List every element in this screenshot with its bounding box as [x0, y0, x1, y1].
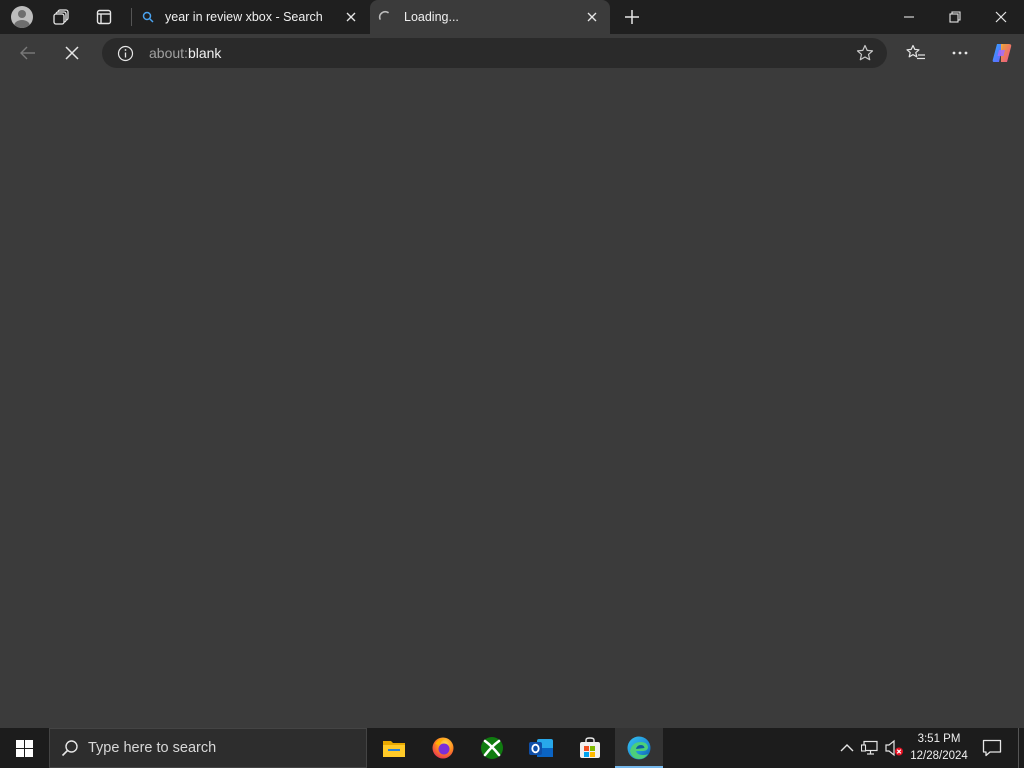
- favorite-star-button[interactable]: [855, 43, 875, 63]
- site-info-icon[interactable]: [116, 44, 134, 62]
- volume-muted-icon: [885, 739, 903, 757]
- workspaces-icon: [53, 9, 69, 25]
- taskbar-edge[interactable]: [615, 728, 663, 768]
- show-hidden-icons-button[interactable]: [837, 738, 857, 758]
- tab-title: Loading...: [404, 10, 459, 24]
- more-horizontal-icon: [952, 51, 968, 55]
- taskbar-outlook[interactable]: [517, 728, 565, 768]
- start-button[interactable]: [0, 728, 48, 768]
- close-icon: [346, 12, 356, 22]
- tab-separator: [131, 8, 132, 26]
- plus-icon: [625, 10, 639, 24]
- taskbar-file-explorer[interactable]: [370, 728, 418, 768]
- chevron-up-icon: [840, 744, 854, 752]
- back-arrow-icon: [20, 46, 35, 60]
- vertical-tabs-icon: [96, 9, 112, 25]
- clock-date: 12/28/2024: [910, 750, 968, 762]
- url-host: blank: [187, 45, 222, 61]
- windows-logo-icon: [15, 739, 33, 757]
- copilot-button[interactable]: [986, 37, 1018, 69]
- microsoft-store-icon: [580, 737, 600, 758]
- taskbar-search-box[interactable]: Type here to search: [49, 728, 367, 768]
- star-icon: [856, 44, 874, 61]
- search-placeholder: Type here to search: [88, 740, 217, 756]
- browser-title-bar: year in review xbox - Search Loading...: [0, 0, 1024, 34]
- profile-avatar-button[interactable]: [8, 3, 36, 31]
- close-tab-button[interactable]: [582, 7, 602, 27]
- page-content-area[interactable]: [0, 72, 1024, 728]
- network-status-button[interactable]: [860, 738, 880, 758]
- new-tab-button[interactable]: [618, 3, 646, 31]
- url-text[interactable]: about:blank: [149, 45, 221, 61]
- search-icon: [141, 10, 155, 24]
- favorites-button[interactable]: [900, 37, 932, 69]
- url-scheme: about:: [149, 45, 188, 61]
- taskbar-clock[interactable]: 3:51 PM 12/28/2024: [906, 731, 972, 765]
- minimize-icon: [904, 16, 914, 18]
- browser-toolbar: about:blank: [0, 34, 1024, 72]
- address-bar[interactable]: about:blank: [102, 38, 887, 68]
- loading-spinner-icon: [378, 10, 392, 24]
- minimize-button[interactable]: [886, 0, 932, 34]
- close-icon: [65, 46, 79, 60]
- clock-time: 3:51 PM: [917, 733, 961, 745]
- workspaces-button[interactable]: [48, 3, 76, 31]
- tab-search[interactable]: year in review xbox - Search: [133, 0, 369, 34]
- restore-button[interactable]: [932, 0, 978, 34]
- taskbar-microsoft-store[interactable]: [566, 728, 614, 768]
- back-button[interactable]: [12, 37, 44, 69]
- favorites-list-icon: [906, 44, 925, 60]
- restore-icon: [949, 11, 961, 23]
- avatar: [11, 6, 33, 28]
- taskbar-firefox[interactable]: [419, 728, 467, 768]
- stop-loading-button[interactable]: [56, 37, 88, 69]
- notification-center-button[interactable]: [980, 736, 1004, 760]
- firefox-icon: [432, 737, 454, 759]
- close-icon: [587, 12, 597, 22]
- taskbar-xbox[interactable]: [468, 728, 516, 768]
- settings-more-button[interactable]: [944, 37, 976, 69]
- tab-title: year in review xbox - Search: [165, 10, 323, 24]
- volume-button[interactable]: [884, 738, 904, 758]
- file-explorer-icon: [383, 741, 405, 757]
- edge-icon: [627, 736, 651, 760]
- notification-icon: [982, 739, 1002, 757]
- outlook-icon: [529, 739, 553, 757]
- network-ethernet-icon: [861, 740, 878, 755]
- windows-taskbar: Type here to search 3:51 PM 12/28/2024: [0, 728, 1024, 768]
- search-icon: [60, 738, 80, 758]
- xbox-icon: [481, 737, 503, 759]
- copilot-icon: [992, 44, 1012, 62]
- show-desktop-button[interactable]: [1018, 728, 1019, 768]
- tab-actions-button[interactable]: [90, 3, 118, 31]
- close-window-button[interactable]: [978, 0, 1024, 34]
- close-icon: [995, 11, 1007, 23]
- close-tab-button[interactable]: [341, 7, 361, 27]
- tab-loading[interactable]: Loading...: [370, 0, 610, 34]
